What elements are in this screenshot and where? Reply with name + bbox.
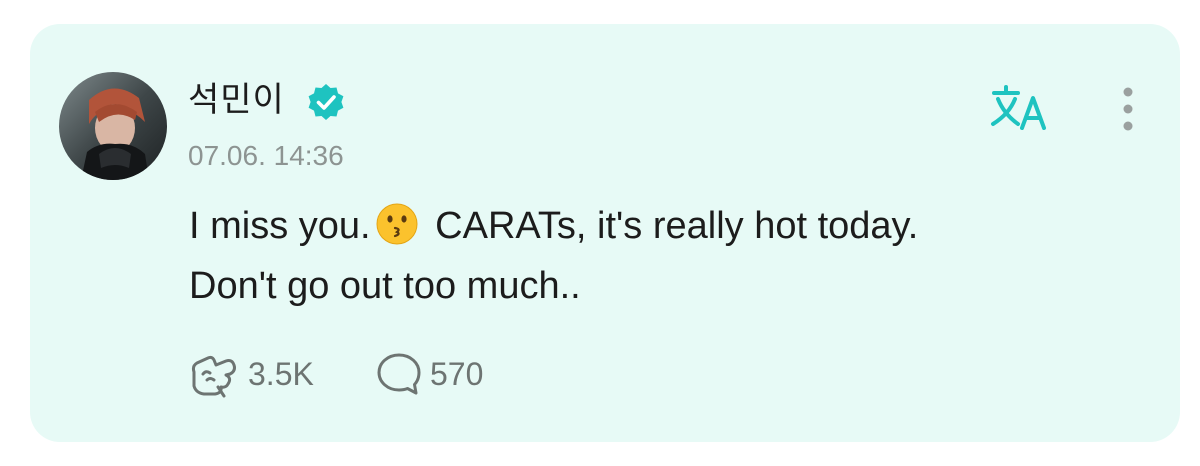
comment-bubble-icon bbox=[377, 353, 421, 395]
kissing-face-icon bbox=[375, 202, 419, 246]
verified-badge-icon bbox=[306, 82, 346, 122]
translate-button[interactable] bbox=[988, 80, 1058, 140]
like-hand-icon bbox=[191, 355, 236, 398]
post-text: I miss you. bbox=[189, 205, 371, 247]
post-line-2: Don't go out too much.. bbox=[189, 265, 581, 307]
author-avatar[interactable] bbox=[59, 72, 167, 180]
author-name[interactable]: 석민이 bbox=[188, 78, 285, 122]
comment-count: 570 bbox=[430, 355, 484, 392]
post-line-1: I miss you. CARATs, it's really hot toda… bbox=[189, 196, 1129, 256]
like-count: 3.5K bbox=[248, 355, 314, 392]
post-body: I miss you. CARATs, it's really hot toda… bbox=[189, 196, 1129, 316]
more-options-button[interactable] bbox=[1108, 82, 1148, 138]
post-text: CARATs, it's really hot today. bbox=[424, 205, 919, 247]
comment-button[interactable]: 570 bbox=[376, 348, 483, 400]
translate-icon bbox=[991, 85, 1046, 130]
more-vertical-icon bbox=[1123, 87, 1133, 131]
post-timestamp: 07.06. 14:36 bbox=[188, 140, 344, 171]
like-button[interactable]: 3.5K bbox=[188, 348, 314, 400]
